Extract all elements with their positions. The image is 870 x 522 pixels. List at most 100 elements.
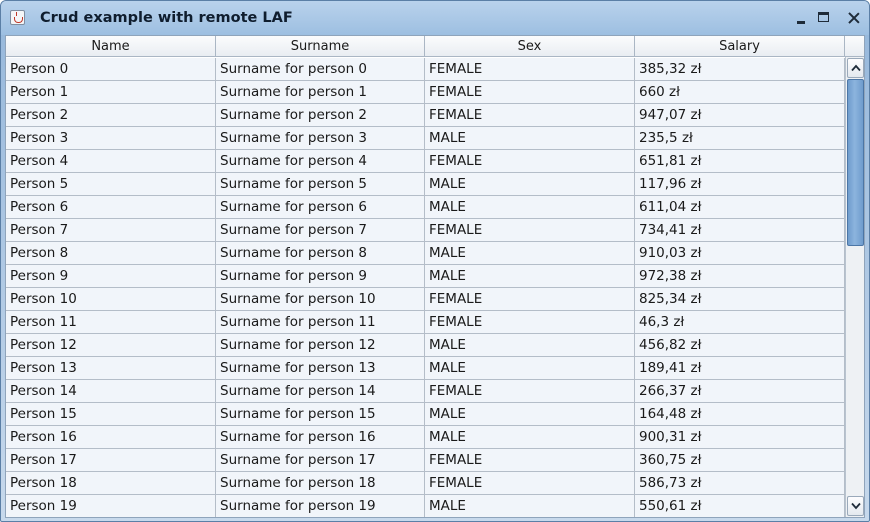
cell-surname[interactable]: Surname for person 3 bbox=[216, 127, 425, 149]
cell-name[interactable]: Person 1 bbox=[6, 81, 216, 103]
table-row[interactable]: Person 3 Surname for person 3 MALE 235,5 zł bbox=[6, 127, 845, 150]
cell-salary[interactable]: 611,04 zł bbox=[635, 196, 845, 218]
cell-sex[interactable]: FEMALE bbox=[425, 81, 635, 103]
cell-sex[interactable]: FEMALE bbox=[425, 219, 635, 241]
cell-sex[interactable]: FEMALE bbox=[425, 150, 635, 172]
table-row[interactable]: Person 19 Surname for person 19 MALE 550,61… bbox=[6, 495, 845, 517]
cell-surname[interactable]: Surname for person 12 bbox=[216, 334, 425, 356]
cell-name[interactable]: Person 15 bbox=[6, 403, 216, 425]
cell-surname[interactable]: Surname for person 4 bbox=[216, 150, 425, 172]
cell-sex[interactable]: MALE bbox=[425, 173, 635, 195]
cell-salary[interactable]: 734,41 zł bbox=[635, 219, 845, 241]
cell-surname[interactable]: Surname for person 2 bbox=[216, 104, 425, 126]
cell-sex[interactable]: FEMALE bbox=[425, 288, 635, 310]
cell-name[interactable]: Person 19 bbox=[6, 495, 216, 517]
cell-sex[interactable]: MALE bbox=[425, 127, 635, 149]
table-row[interactable]: Person 8 Surname for person 8 MALE 910,03 z… bbox=[6, 242, 845, 265]
cell-sex[interactable]: MALE bbox=[425, 403, 635, 425]
cell-name[interactable]: Person 2 bbox=[6, 104, 216, 126]
cell-name[interactable]: Person 12 bbox=[6, 334, 216, 356]
cell-salary[interactable]: 900,31 zł bbox=[635, 426, 845, 448]
cell-sex[interactable]: MALE bbox=[425, 196, 635, 218]
cell-sex[interactable]: FEMALE bbox=[425, 58, 635, 80]
cell-surname[interactable]: Surname for person 10 bbox=[216, 288, 425, 310]
cell-name[interactable]: Person 4 bbox=[6, 150, 216, 172]
cell-salary[interactable]: 189,41 zł bbox=[635, 357, 845, 379]
cell-salary[interactable]: 360,75 zł bbox=[635, 449, 845, 471]
maximize-icon[interactable] bbox=[814, 9, 834, 27]
cell-sex[interactable]: FEMALE bbox=[425, 472, 635, 494]
cell-surname[interactable]: Surname for person 15 bbox=[216, 403, 425, 425]
cell-name[interactable]: Person 5 bbox=[6, 173, 216, 195]
cell-salary[interactable]: 164,48 zł bbox=[635, 403, 845, 425]
cell-name[interactable]: Person 14 bbox=[6, 380, 216, 402]
cell-salary[interactable]: 46,3 zł bbox=[635, 311, 845, 333]
java-app-icon[interactable] bbox=[10, 10, 25, 25]
cell-sex[interactable]: MALE bbox=[425, 242, 635, 264]
table-row[interactable]: Person 13 Surname for person 13 MALE 189,41… bbox=[6, 357, 845, 380]
cell-salary[interactable]: 972,38 zł bbox=[635, 265, 845, 287]
table-row[interactable]: Person 2 Surname for person 2 FEMALE 947,07… bbox=[6, 104, 845, 127]
cell-name[interactable]: Person 11 bbox=[6, 311, 216, 333]
cell-surname[interactable]: Surname for person 13 bbox=[216, 357, 425, 379]
cell-surname[interactable]: Surname for person 1 bbox=[216, 81, 425, 103]
cell-salary[interactable]: 651,81 zł bbox=[635, 150, 845, 172]
table-row[interactable]: Person 0 Surname for person 0 FEMALE 385,32… bbox=[6, 58, 845, 81]
cell-salary[interactable]: 385,32 zł bbox=[635, 58, 845, 80]
cell-salary[interactable]: 660 zł bbox=[635, 81, 845, 103]
table-row[interactable]: Person 6 Surname for person 6 MALE 611,04 z… bbox=[6, 196, 845, 219]
table-row[interactable]: Person 16 Surname for person 16 MALE 900,31… bbox=[6, 426, 845, 449]
table-row[interactable]: Person 4 Surname for person 4 FEMALE 651,81… bbox=[6, 150, 845, 173]
table-row[interactable]: Person 9 Surname for person 9 MALE 972,38 z… bbox=[6, 265, 845, 288]
table-row[interactable]: Person 5 Surname for person 5 MALE 117,96 z… bbox=[6, 173, 845, 196]
cell-sex[interactable]: MALE bbox=[425, 495, 635, 517]
cell-name[interactable]: Person 7 bbox=[6, 219, 216, 241]
cell-surname[interactable]: Surname for person 6 bbox=[216, 196, 425, 218]
cell-salary[interactable]: 825,34 zł bbox=[635, 288, 845, 310]
cell-name[interactable]: Person 3 bbox=[6, 127, 216, 149]
cell-surname[interactable]: Surname for person 11 bbox=[216, 311, 425, 333]
cell-sex[interactable]: FEMALE bbox=[425, 449, 635, 471]
cell-sex[interactable]: MALE bbox=[425, 334, 635, 356]
vertical-scrollbar[interactable] bbox=[845, 57, 864, 517]
cell-surname[interactable]: Surname for person 19 bbox=[216, 495, 425, 517]
scroll-down-button[interactable] bbox=[847, 496, 864, 516]
cell-salary[interactable]: 456,82 zł bbox=[635, 334, 845, 356]
cell-sex[interactable]: FEMALE bbox=[425, 104, 635, 126]
minimize-icon[interactable] bbox=[791, 9, 811, 27]
cell-salary[interactable]: 947,07 zł bbox=[635, 104, 845, 126]
table-row[interactable]: Person 17 Surname for person 17 FEMALE 360,… bbox=[6, 449, 845, 472]
table-row[interactable]: Person 15 Surname for person 15 MALE 164,48… bbox=[6, 403, 845, 426]
cell-salary[interactable]: 235,5 zł bbox=[635, 127, 845, 149]
cell-name[interactable]: Person 0 bbox=[6, 58, 216, 80]
cell-name[interactable]: Person 17 bbox=[6, 449, 216, 471]
cell-salary[interactable]: 586,73 zł bbox=[635, 472, 845, 494]
table-row[interactable]: Person 18 Surname for person 18 FEMALE 586,… bbox=[6, 472, 845, 495]
table-row[interactable]: Person 14 Surname for person 14 FEMALE 266,… bbox=[6, 380, 845, 403]
title-bar[interactable]: Crud example with remote LAF bbox=[1, 1, 869, 35]
cell-salary[interactable]: 266,37 zł bbox=[635, 380, 845, 402]
cell-surname[interactable]: Surname for person 16 bbox=[216, 426, 425, 448]
cell-salary[interactable]: 117,96 zł bbox=[635, 173, 845, 195]
cell-surname[interactable]: Surname for person 0 bbox=[216, 58, 425, 80]
cell-name[interactable]: Person 10 bbox=[6, 288, 216, 310]
cell-sex[interactable]: FEMALE bbox=[425, 380, 635, 402]
cell-name[interactable]: Person 8 bbox=[6, 242, 216, 264]
table-row[interactable]: Person 12 Surname for person 12 MALE 456,82… bbox=[6, 334, 845, 357]
table-row[interactable]: Person 11 Surname for person 11 FEMALE 46,3… bbox=[6, 311, 845, 334]
cell-surname[interactable]: Surname for person 14 bbox=[216, 380, 425, 402]
cell-surname[interactable]: Surname for person 17 bbox=[216, 449, 425, 471]
table-row[interactable]: Person 10 Surname for person 10 FEMALE 825,… bbox=[6, 288, 845, 311]
column-header-surname[interactable]: Surname bbox=[216, 36, 425, 57]
cell-surname[interactable]: Surname for person 18 bbox=[216, 472, 425, 494]
table-row[interactable]: Person 7 Surname for person 7 FEMALE 734,41… bbox=[6, 219, 845, 242]
table-row[interactable]: Person 1 Surname for person 1 FEMALE 660 zł bbox=[6, 81, 845, 104]
scroll-up-button[interactable] bbox=[847, 58, 864, 78]
cell-surname[interactable]: Surname for person 5 bbox=[216, 173, 425, 195]
cell-sex[interactable]: MALE bbox=[425, 357, 635, 379]
cell-surname[interactable]: Surname for person 9 bbox=[216, 265, 425, 287]
cell-name[interactable]: Person 6 bbox=[6, 196, 216, 218]
scroll-thumb[interactable] bbox=[847, 79, 864, 246]
cell-surname[interactable]: Surname for person 8 bbox=[216, 242, 425, 264]
cell-surname[interactable]: Surname for person 7 bbox=[216, 219, 425, 241]
